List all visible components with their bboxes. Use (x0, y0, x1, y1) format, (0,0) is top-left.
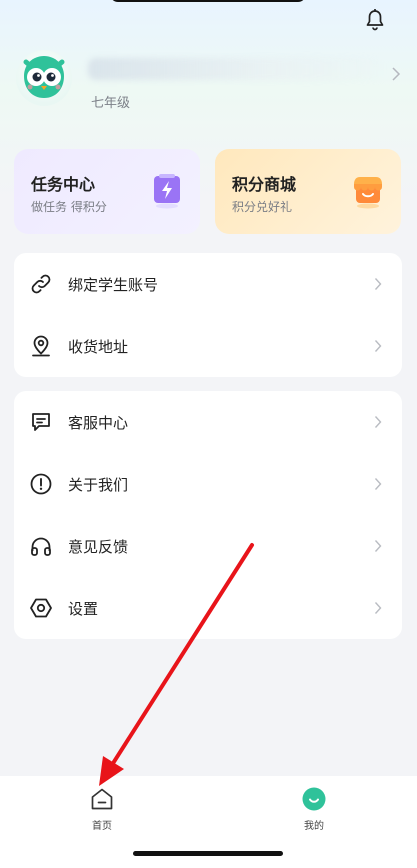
chevron-right-icon (374, 340, 382, 352)
task-lightning-icon (154, 174, 180, 209)
chevron-right-icon (374, 540, 382, 552)
smile-face-icon (302, 787, 326, 811)
chevron-right-icon (374, 478, 382, 490)
settings-hexagon-icon (30, 598, 52, 618)
menu-item-settings[interactable]: 设置 (14, 577, 402, 639)
support-menu-card: 客服中心 关于我们 意见反馈 设置 (14, 391, 402, 639)
link-icon (31, 274, 51, 294)
bell-icon[interactable] (363, 8, 387, 32)
username-blurred (88, 58, 388, 80)
menu-item-feedback[interactable]: 意见反馈 (14, 515, 402, 577)
tab-home[interactable]: 首页 (72, 786, 132, 836)
tab-mine-label: 我的 (304, 821, 324, 832)
chat-icon (32, 413, 50, 431)
home-indicator (133, 851, 283, 856)
points-mall-subtitle: 积分兑好礼 (232, 200, 293, 214)
menu-item-label: 收货地址 (68, 338, 129, 356)
menu-item-label: 关于我们 (68, 476, 129, 494)
info-icon (30, 473, 52, 495)
menu-item-label: 意见反馈 (68, 538, 129, 556)
profile-header[interactable]: 七年级 (16, 50, 401, 115)
menu-item-label: 绑定学生账号 (68, 276, 159, 294)
home-icon (91, 788, 113, 810)
menu-item-bind-student[interactable]: 绑定学生账号 (14, 253, 402, 315)
task-center-card[interactable]: 任务中心 做任务 得积分 (14, 149, 200, 234)
avatar[interactable] (16, 50, 72, 106)
status-bar-notch (110, 0, 306, 2)
chevron-right-icon (374, 278, 382, 290)
menu-item-shipping-address[interactable]: 收货地址 (14, 315, 402, 377)
menu-item-label: 客服中心 (68, 414, 129, 432)
location-pin-icon (32, 335, 50, 357)
chevron-right-icon[interactable] (391, 66, 401, 82)
points-mall-card[interactable]: 积分商城 积分兑好礼 (215, 149, 401, 234)
menu-item-label: 设置 (68, 600, 99, 618)
menu-item-about-us[interactable]: 关于我们 (14, 453, 402, 515)
points-mall-title: 积分商城 (232, 175, 297, 194)
grade-label: 七年级 (91, 96, 131, 111)
tab-mine[interactable]: 我的 (284, 786, 344, 836)
chevron-right-icon (374, 416, 382, 428)
task-center-subtitle: 做任务 得积分 (31, 200, 107, 214)
headset-icon (31, 537, 51, 556)
account-menu-card: 绑定学生账号 收货地址 (14, 253, 402, 377)
menu-item-customer-service[interactable]: 客服中心 (14, 391, 402, 453)
task-center-title: 任务中心 (31, 175, 96, 194)
owl-avatar-icon (23, 56, 65, 98)
chevron-right-icon (374, 602, 382, 614)
tab-home-label: 首页 (92, 821, 112, 832)
shop-icon (354, 177, 382, 209)
